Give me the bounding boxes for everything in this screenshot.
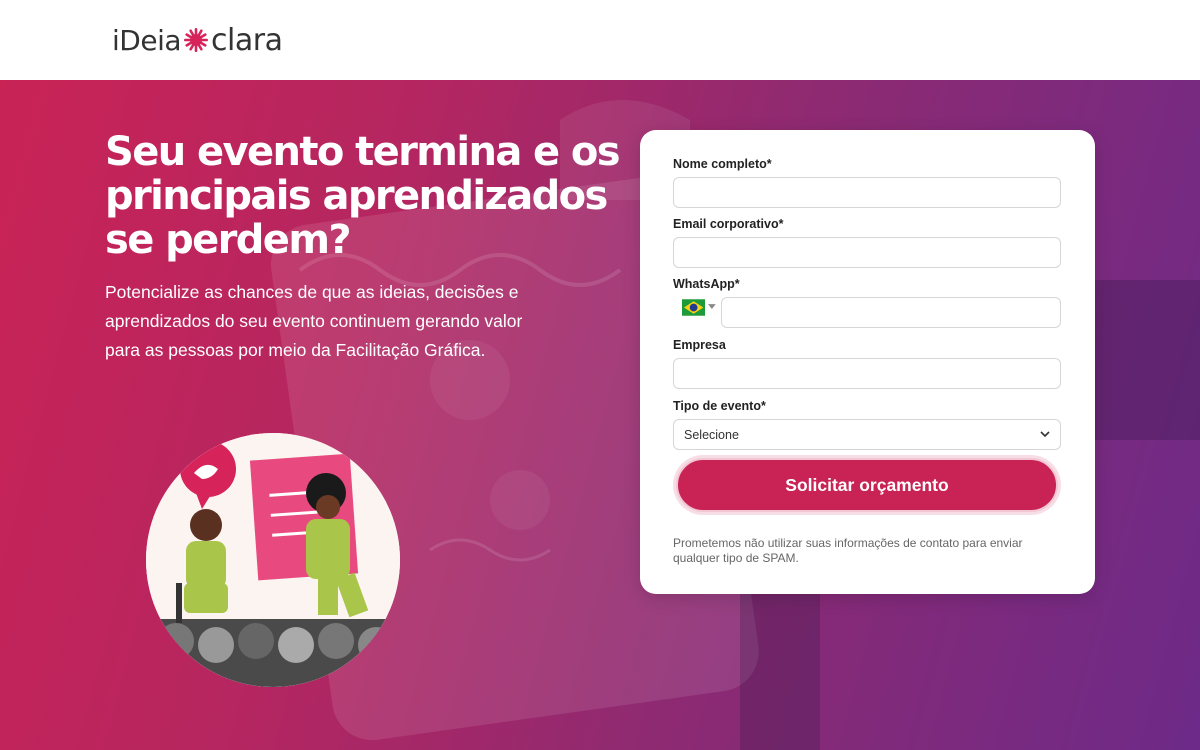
whatsapp-input[interactable] [721, 297, 1061, 328]
event-type-select[interactable]: Selecione [673, 419, 1061, 450]
name-label: Nome completo* [673, 157, 772, 171]
hero-subtext: Potencialize as chances de que as ideias… [105, 282, 523, 360]
company-input[interactable] [673, 358, 1061, 389]
spam-disclaimer: Prometemos não utilizar suas informações… [673, 536, 1023, 565]
logo-text-clara: clara [211, 22, 283, 58]
hero-section: Seu evento termina e os principais apren… [0, 80, 1200, 750]
logo-text-ideia: iDeia [112, 23, 182, 57]
chevron-down-icon [1040, 431, 1050, 438]
chevron-down-icon [708, 304, 716, 309]
facilitation-illustration [146, 433, 400, 687]
request-quote-button[interactable]: Solicitar orçamento [676, 458, 1058, 512]
event-type-label: Tipo de evento* [673, 399, 766, 413]
name-input[interactable] [673, 177, 1061, 208]
hero-headline: Seu evento termina e os principais apren… [105, 129, 621, 263]
brazil-flag-icon [682, 298, 706, 316]
country-selector[interactable] [682, 297, 716, 317]
event-type-selected: Selecione [684, 427, 739, 442]
quote-form-card: Nome completo* Email corporativo* WhatsA… [640, 130, 1095, 594]
email-label: Email corporativo* [673, 217, 784, 231]
brand-logo[interactable]: iDeia clara [112, 22, 283, 58]
top-bar: iDeia clara [0, 0, 1200, 80]
email-input[interactable] [673, 237, 1061, 268]
flower-logo-icon [184, 28, 209, 52]
company-label: Empresa [673, 338, 726, 352]
whatsapp-label: WhatsApp* [673, 277, 740, 291]
